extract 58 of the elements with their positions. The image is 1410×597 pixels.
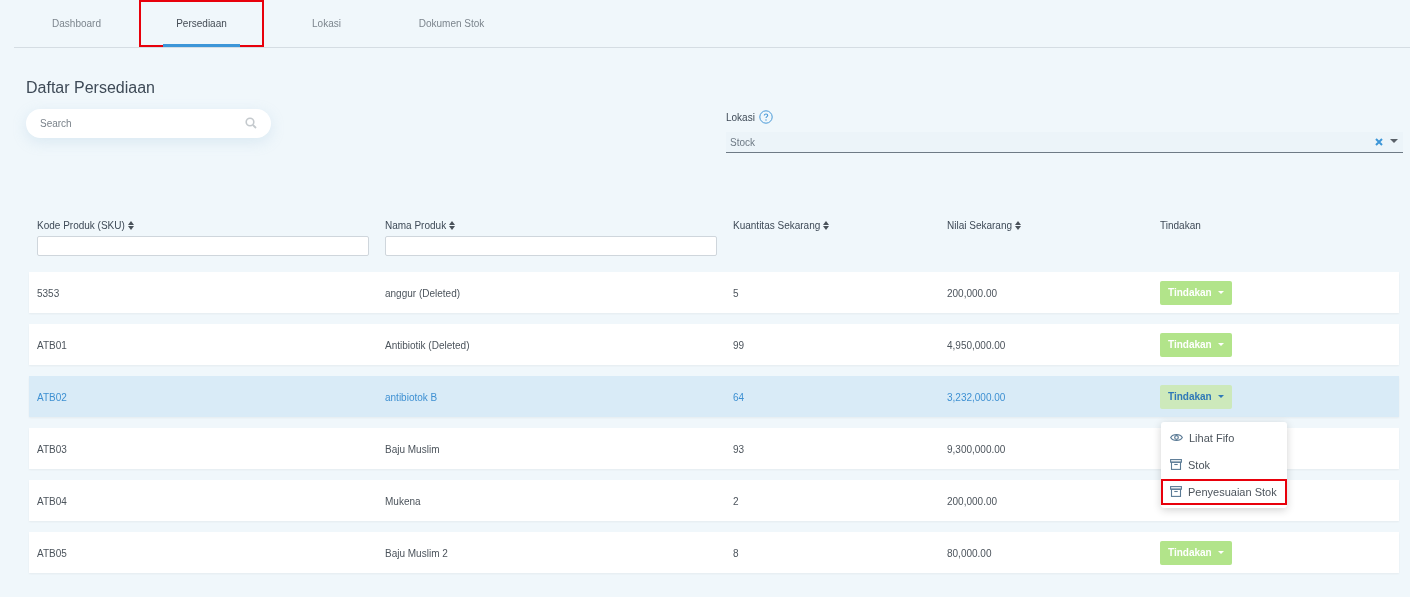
- table-cell: 2: [733, 495, 739, 507]
- caret-icon: [1217, 395, 1224, 398]
- table-cell: 9,300,000.00: [947, 443, 1006, 455]
- caret-icon: [1217, 343, 1224, 346]
- help-icon[interactable]: [758, 110, 773, 124]
- table-cell: anggur (Deleted): [385, 287, 461, 299]
- table-cell: antibiotok B: [385, 391, 438, 403]
- sort-icon: [449, 220, 456, 230]
- column-header: Tindakan: [1160, 219, 1201, 231]
- sort-icon: [823, 220, 830, 230]
- page-title: Daftar Persediaan: [26, 79, 156, 98]
- table-cell: 8: [733, 547, 739, 559]
- table-row[interactable]: ATB01 Antibiotik (Deleted) 99 4,950,000.00 Tindakan: [29, 324, 1399, 365]
- search-icon: [245, 117, 257, 129]
- menu-item[interactable]: Penyesuaian Stok: [1161, 478, 1287, 505]
- table-cell: 5353: [37, 287, 60, 299]
- table-cell: 3,232,000.00: [947, 391, 1006, 403]
- table-cell: ATB03: [37, 443, 67, 455]
- tab[interactable]: Persediaan: [139, 0, 264, 47]
- location-select[interactable]: Stock: [726, 132, 1403, 153]
- table-cell: ATB02: [37, 391, 67, 403]
- table-cell: 5: [733, 287, 739, 299]
- table-cell: 64: [733, 391, 745, 403]
- archive-box-icon: [1170, 486, 1182, 497]
- column-filter-field[interactable]: [37, 236, 369, 256]
- table-cell: 200,000.00: [947, 495, 998, 507]
- table-cell: Antibiotik (Deleted): [385, 339, 470, 351]
- column-header[interactable]: Nilai Sekarang: [947, 219, 1013, 231]
- table-cell: Baju Muslim 2: [385, 547, 448, 559]
- table-cell: Baju Muslim: [385, 443, 440, 455]
- eye-icon: [1170, 433, 1183, 442]
- table-cell: ATB05: [37, 547, 67, 559]
- tab[interactable]: Dokumen Stok: [389, 0, 514, 47]
- action-button[interactable]: Tindakan: [1160, 384, 1232, 409]
- table-cell: 99: [733, 339, 745, 351]
- clear-icon[interactable]: [1375, 138, 1383, 146]
- column-header[interactable]: Kuantitas Sekarang: [733, 219, 821, 231]
- table-cell: 80,000.00: [947, 547, 992, 559]
- sort-icon: [127, 220, 134, 230]
- tab[interactable]: Dashboard: [14, 0, 139, 47]
- search-field[interactable]: Search: [26, 109, 271, 138]
- sort-icon: [1015, 220, 1022, 230]
- table-cell: 93: [733, 443, 745, 455]
- table-cell: ATB01: [37, 339, 67, 351]
- column-header[interactable]: Kode Produk (SKU): [37, 219, 125, 231]
- table-cell: 200,000.00: [947, 287, 998, 299]
- table-row[interactable]: ATB05 Baju Muslim 2 8 80,000.00 Tindakan: [29, 532, 1399, 573]
- archive-box-icon: [1170, 459, 1182, 470]
- table-row[interactable]: 5353 anggur (Deleted) 5 200,000.00 Tindakan: [29, 272, 1399, 313]
- table-cell: ATB04: [37, 495, 67, 507]
- tab[interactable]: Lokasi: [264, 0, 389, 47]
- table-cell: 4,950,000.00: [947, 339, 1006, 351]
- column-filter-field[interactable]: [385, 236, 717, 256]
- column-header[interactable]: Nama Produk: [385, 219, 447, 231]
- field-label: Lokasi: [726, 111, 755, 123]
- caret-icon: [1217, 551, 1224, 554]
- table-cell: Mukena: [385, 495, 421, 507]
- caret-icon: [1217, 291, 1224, 294]
